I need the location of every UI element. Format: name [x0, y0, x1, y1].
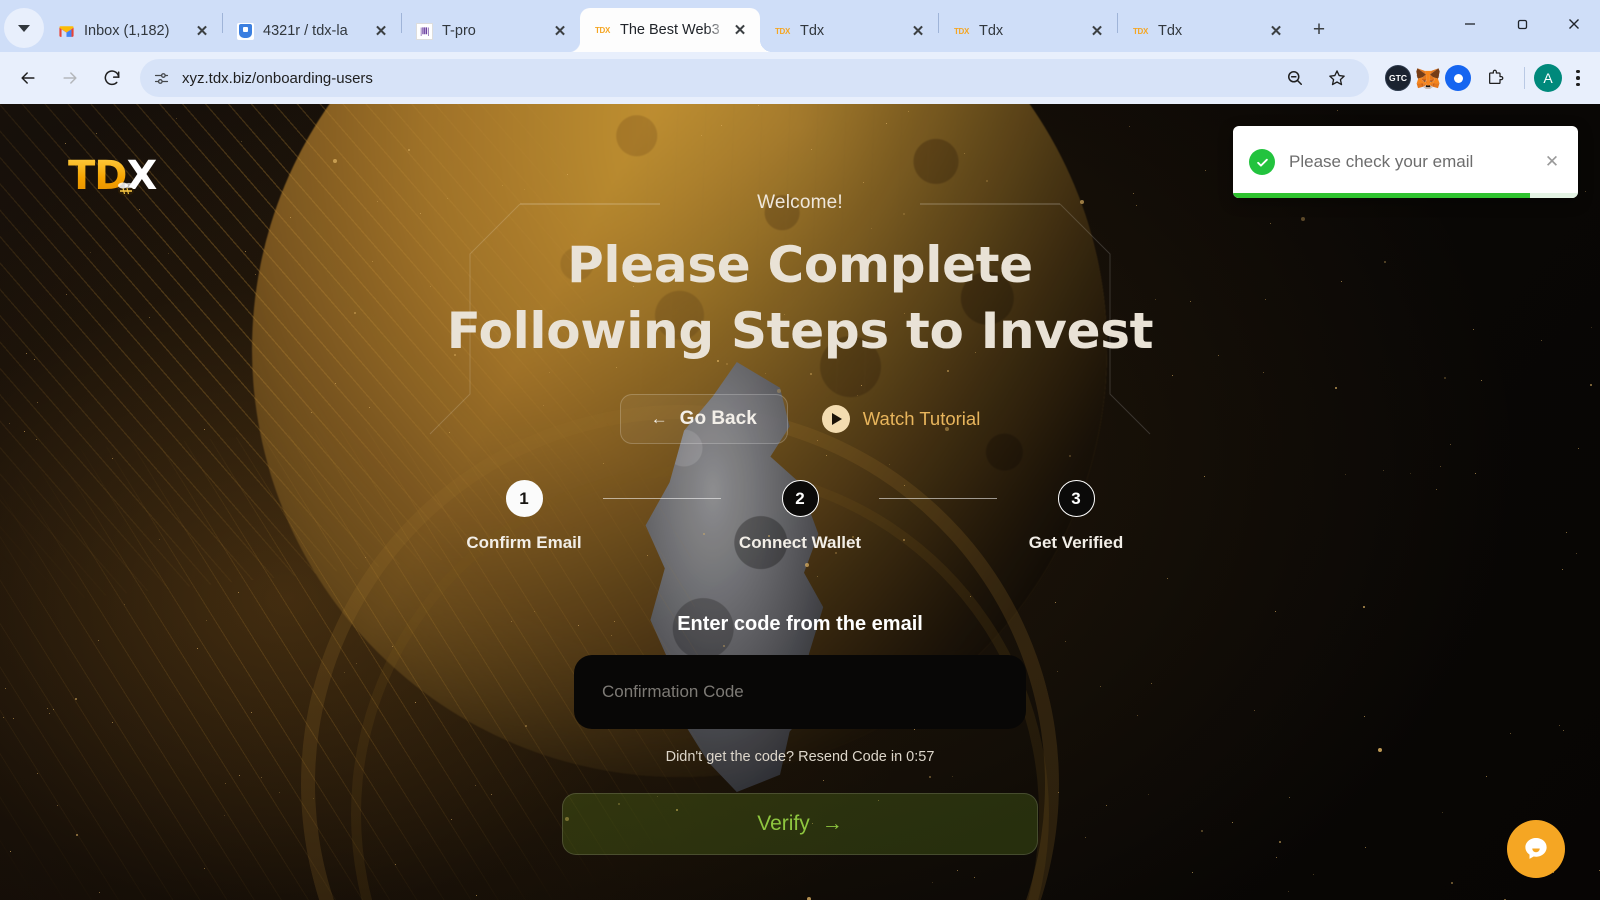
check-circle-icon — [1249, 149, 1275, 175]
browser-window: Inbox (1,182) ✕ 4321r / tdx-la ✕ |Ⅲ| T-p… — [0, 0, 1600, 900]
url-text: xyz.tdx.biz/onboarding-users — [182, 69, 373, 87]
step-connector — [603, 498, 721, 499]
tab-close-button[interactable]: ✕ — [1264, 19, 1288, 43]
step-label: Connect Wallet — [738, 533, 862, 552]
action-row: ← Go Back Watch Tutorial — [619, 394, 981, 444]
toast-notification: Please check your email ✕ — [1233, 126, 1578, 198]
tab-title: Inbox (1,182) — [84, 23, 170, 39]
tab-title: T-pro — [442, 23, 476, 39]
toast-message: Please check your email — [1289, 152, 1474, 171]
step-get-verified[interactable]: 3 Get Verified — [997, 480, 1155, 553]
tab-title: Tdx — [979, 23, 1004, 39]
page-content: TDX Welcome! Please Complete Following S… — [0, 104, 1600, 900]
watch-tutorial-label: Watch Tutorial — [862, 408, 981, 429]
browser-tab-active[interactable]: TDX The Best Web3 ✕ — [568, 8, 760, 52]
go-back-button[interactable]: ← Go Back — [619, 394, 788, 444]
close-icon[interactable]: ✕ — [1542, 152, 1562, 172]
tab-title: Tdx — [800, 23, 825, 39]
chevron-down-icon — [18, 24, 30, 32]
step-label: Get Verified — [1028, 533, 1124, 552]
tdx-icon: TDX — [774, 26, 791, 36]
minimize-button[interactable] — [1444, 0, 1496, 48]
tab-strip: Inbox (1,182) ✕ 4321r / tdx-la ✕ |Ⅲ| T-p… — [0, 0, 1600, 52]
resend-code-text[interactable]: Didn't get the code? Resend Code in 0:57 — [666, 749, 935, 765]
page-settings-icon[interactable] — [146, 63, 176, 93]
bee-icon — [118, 182, 134, 196]
tdx-icon: TDX — [594, 25, 611, 35]
tab-list: Inbox (1,182) ✕ 4321r / tdx-la ✕ |Ⅲ| T-p… — [44, 0, 1336, 52]
tpro-icon: |Ⅲ| — [416, 22, 433, 40]
metamask-extension-icon[interactable] — [1415, 65, 1441, 91]
blue-dot-extension-icon[interactable] — [1445, 65, 1471, 91]
go-back-label: Go Back — [679, 408, 757, 429]
avatar[interactable]: A — [1534, 64, 1562, 92]
zoom-out-icon[interactable] — [1275, 58, 1315, 98]
verify-label: Verify — [757, 812, 810, 835]
confirmation-code-input[interactable] — [574, 655, 1026, 729]
code-instruction-label: Enter code from the email — [677, 613, 923, 635]
tab-close-button[interactable]: ✕ — [369, 19, 393, 43]
tab-title: The Best Web3 — [620, 22, 720, 38]
verify-button[interactable]: Verify → — [562, 793, 1038, 855]
window-controls — [1444, 0, 1600, 48]
step-number: 2 — [781, 480, 819, 517]
browser-tab[interactable]: 4321r / tdx-la ✕ — [223, 10, 401, 52]
browser-tab[interactable]: TDX Tdx ✕ — [939, 10, 1117, 52]
bitbucket-icon — [237, 22, 254, 40]
step-connect-wallet[interactable]: 2 Connect Wallet — [721, 480, 879, 553]
reload-icon[interactable] — [92, 58, 132, 98]
browser-tab[interactable]: TDX Tdx ✕ — [1118, 10, 1296, 52]
welcome-text: Welcome! — [757, 192, 843, 213]
right-arrow-icon: → — [821, 812, 843, 835]
step-label: Confirm Email — [466, 533, 582, 552]
forward-arrow-icon[interactable] — [50, 58, 90, 98]
chat-bubble-icon — [1525, 838, 1547, 859]
gtc-extension-icon[interactable]: GTC — [1385, 65, 1411, 91]
new-tab-button[interactable]: + — [1302, 13, 1336, 47]
star-icon[interactable] — [1317, 58, 1357, 98]
play-circle-icon — [821, 405, 850, 433]
extensions-area: GTC — [1377, 58, 1515, 98]
maximize-button[interactable] — [1496, 0, 1548, 48]
left-arrow-icon: ← — [650, 409, 668, 428]
chat-widget-button[interactable] — [1507, 820, 1565, 878]
tab-close-button[interactable]: ✕ — [1085, 19, 1109, 43]
browser-toolbar: xyz.tdx.biz/onboarding-users GTC A — [0, 52, 1600, 104]
watch-tutorial-button[interactable]: Watch Tutorial — [821, 405, 981, 433]
toast-progress-bar — [1233, 193, 1578, 198]
browser-tab[interactable]: |Ⅲ| T-pro ✕ — [402, 10, 580, 52]
step-connector — [879, 498, 997, 499]
address-bar[interactable]: xyz.tdx.biz/onboarding-users — [140, 59, 1369, 97]
tab-close-button[interactable]: ✕ — [190, 19, 214, 43]
step-number: 1 — [505, 480, 543, 517]
extensions-puzzle-icon[interactable] — [1475, 58, 1515, 98]
kebab-menu-icon[interactable] — [1564, 69, 1592, 87]
tdx-icon: TDX — [953, 26, 970, 36]
gmail-icon — [58, 23, 75, 40]
tdx-logo[interactable]: TDX — [68, 156, 157, 196]
web-page: TDX Welcome! Please Complete Following S… — [0, 104, 1600, 900]
toolbar-divider — [1524, 67, 1525, 89]
tab-title: 4321r / tdx-la — [263, 23, 348, 39]
browser-tab[interactable]: TDX Tdx ✕ — [760, 10, 938, 52]
headline-line-2: Following Steps to Invest — [446, 302, 1154, 360]
step-confirm-email[interactable]: 1 Confirm Email — [445, 480, 603, 553]
tab-close-button[interactable]: ✕ — [906, 19, 930, 43]
tab-close-button[interactable]: ✕ — [728, 18, 752, 42]
step-number: 3 — [1057, 480, 1095, 517]
page-title: Please Complete Following Steps to Inves… — [447, 232, 1154, 364]
onboarding-stepper: 1 Confirm Email 2 Connect Wallet 3 Get V… — [445, 480, 1155, 553]
tab-title: Tdx — [1158, 23, 1183, 39]
back-arrow-icon[interactable] — [8, 58, 48, 98]
browser-tab[interactable]: Inbox (1,182) ✕ — [44, 10, 222, 52]
tdx-icon: TDX — [1132, 26, 1149, 36]
headline-line-1: Please Complete — [567, 236, 1033, 294]
close-window-button[interactable] — [1548, 0, 1600, 48]
tab-search-button[interactable] — [4, 8, 44, 48]
